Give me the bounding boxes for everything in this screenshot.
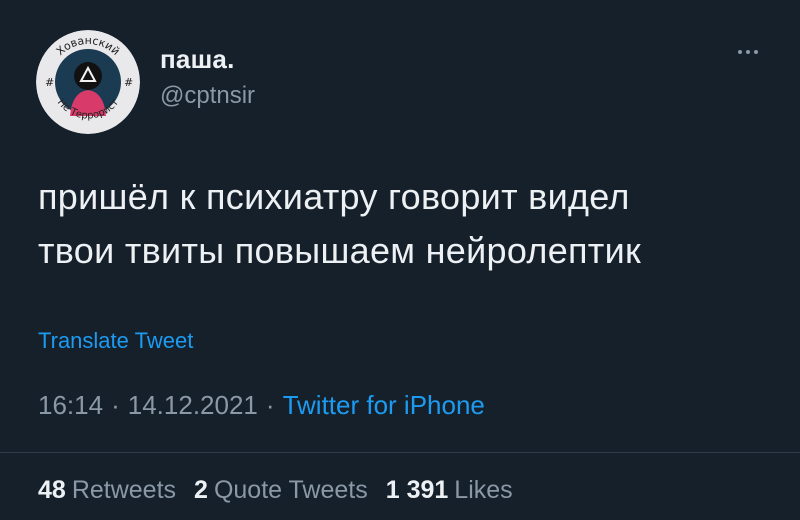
translate-tweet-link[interactable]: Translate Tweet (38, 328, 193, 354)
tweet-stats: 48 Retweets 2 Quote Tweets 1 391 Likes (38, 476, 513, 505)
display-name[interactable]: паша. (160, 44, 235, 75)
quote-tweets-label: Quote Tweets (213, 476, 368, 504)
tweet-meta: 16:14 · 14.12.2021 · Twitter for iPhone (38, 390, 485, 421)
tweet-source-link[interactable]: Twitter for iPhone (283, 390, 485, 420)
more-horizontal-icon (746, 50, 750, 54)
quote-tweets-count: 2 (194, 476, 208, 504)
retweets-label: Retweets (71, 476, 177, 504)
retweets-count: 48 (38, 476, 66, 504)
more-horizontal-icon (738, 50, 742, 54)
likes-label: Likes (454, 476, 513, 504)
avatar-image: Хованский Не Террорист # # (36, 30, 140, 134)
meta-separator: · (265, 390, 275, 420)
divider (0, 452, 800, 453)
more-options-button[interactable] (726, 40, 770, 64)
retweets-stat[interactable]: 48 Retweets (38, 476, 176, 505)
more-horizontal-icon (754, 50, 758, 54)
likes-stat[interactable]: 1 391 Likes (386, 476, 513, 505)
tweet-text-line: пришёл к психиатру говорит видел (38, 176, 630, 217)
quote-tweets-stat[interactable]: 2 Quote Tweets (194, 476, 368, 505)
user-handle[interactable]: @cptnsir (160, 82, 255, 110)
likes-count: 1 391 (385, 476, 449, 504)
meta-separator: · (111, 390, 120, 420)
tweet-time[interactable]: 16:14 (38, 390, 103, 420)
avatar-hashtag-right: # (124, 76, 133, 89)
tweet-text-line: твои твиты повышаем нейролептик (38, 230, 642, 271)
tweet-text: пришёл к психиатру говорит видел твои тв… (38, 170, 778, 278)
avatar[interactable]: Хованский Не Террорист # # (36, 30, 140, 134)
avatar-hashtag-left: # (45, 76, 54, 89)
tweet-date[interactable]: 14.12.2021 (128, 390, 258, 420)
